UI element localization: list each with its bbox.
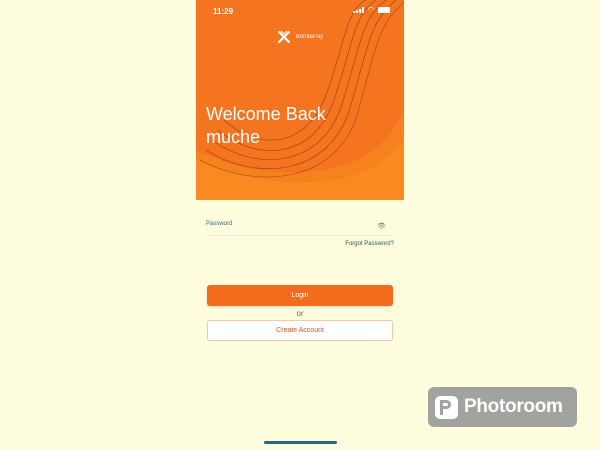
brand-header: BonitaPay	[196, 30, 404, 44]
create-account-button[interactable]: Create Account	[207, 320, 393, 341]
home-indicator[interactable]	[264, 441, 337, 444]
wifi-icon: ◠	[367, 5, 374, 14]
hero-banner: 11:29 ◠ BonitaPay Welcome Back muche	[196, 0, 404, 200]
brand-name: BonitaPay	[295, 34, 324, 40]
or-divider-text: or	[296, 309, 304, 318]
brand-logo-icon	[277, 30, 290, 44]
login-button[interactable]: Login	[207, 285, 393, 306]
eye-icon[interactable]: 👁	[377, 222, 386, 230]
status-time: 11:29	[213, 7, 234, 16]
welcome-username: muche	[206, 127, 261, 147]
password-field[interactable]: Password 👁	[206, 218, 394, 236]
status-icons: ◠	[352, 5, 390, 14]
forgot-password-link[interactable]: Forgot Password?	[345, 241, 394, 247]
photoroom-watermark: Photoroom	[428, 387, 577, 427]
login-screen: 11:29 ◠ BonitaPay Welcome Back muche Pas…	[196, 0, 404, 450]
signal-icon	[352, 7, 364, 13]
password-label: Password	[206, 221, 233, 227]
status-bar: 11:29 ◠	[196, 0, 404, 22]
watermark-text: Photoroom	[464, 396, 563, 417]
photoroom-logo-icon	[435, 395, 458, 419]
battery-icon	[378, 7, 390, 13]
welcome-heading: Welcome Back muche	[206, 103, 396, 149]
welcome-line-1: Welcome Back	[206, 104, 326, 124]
